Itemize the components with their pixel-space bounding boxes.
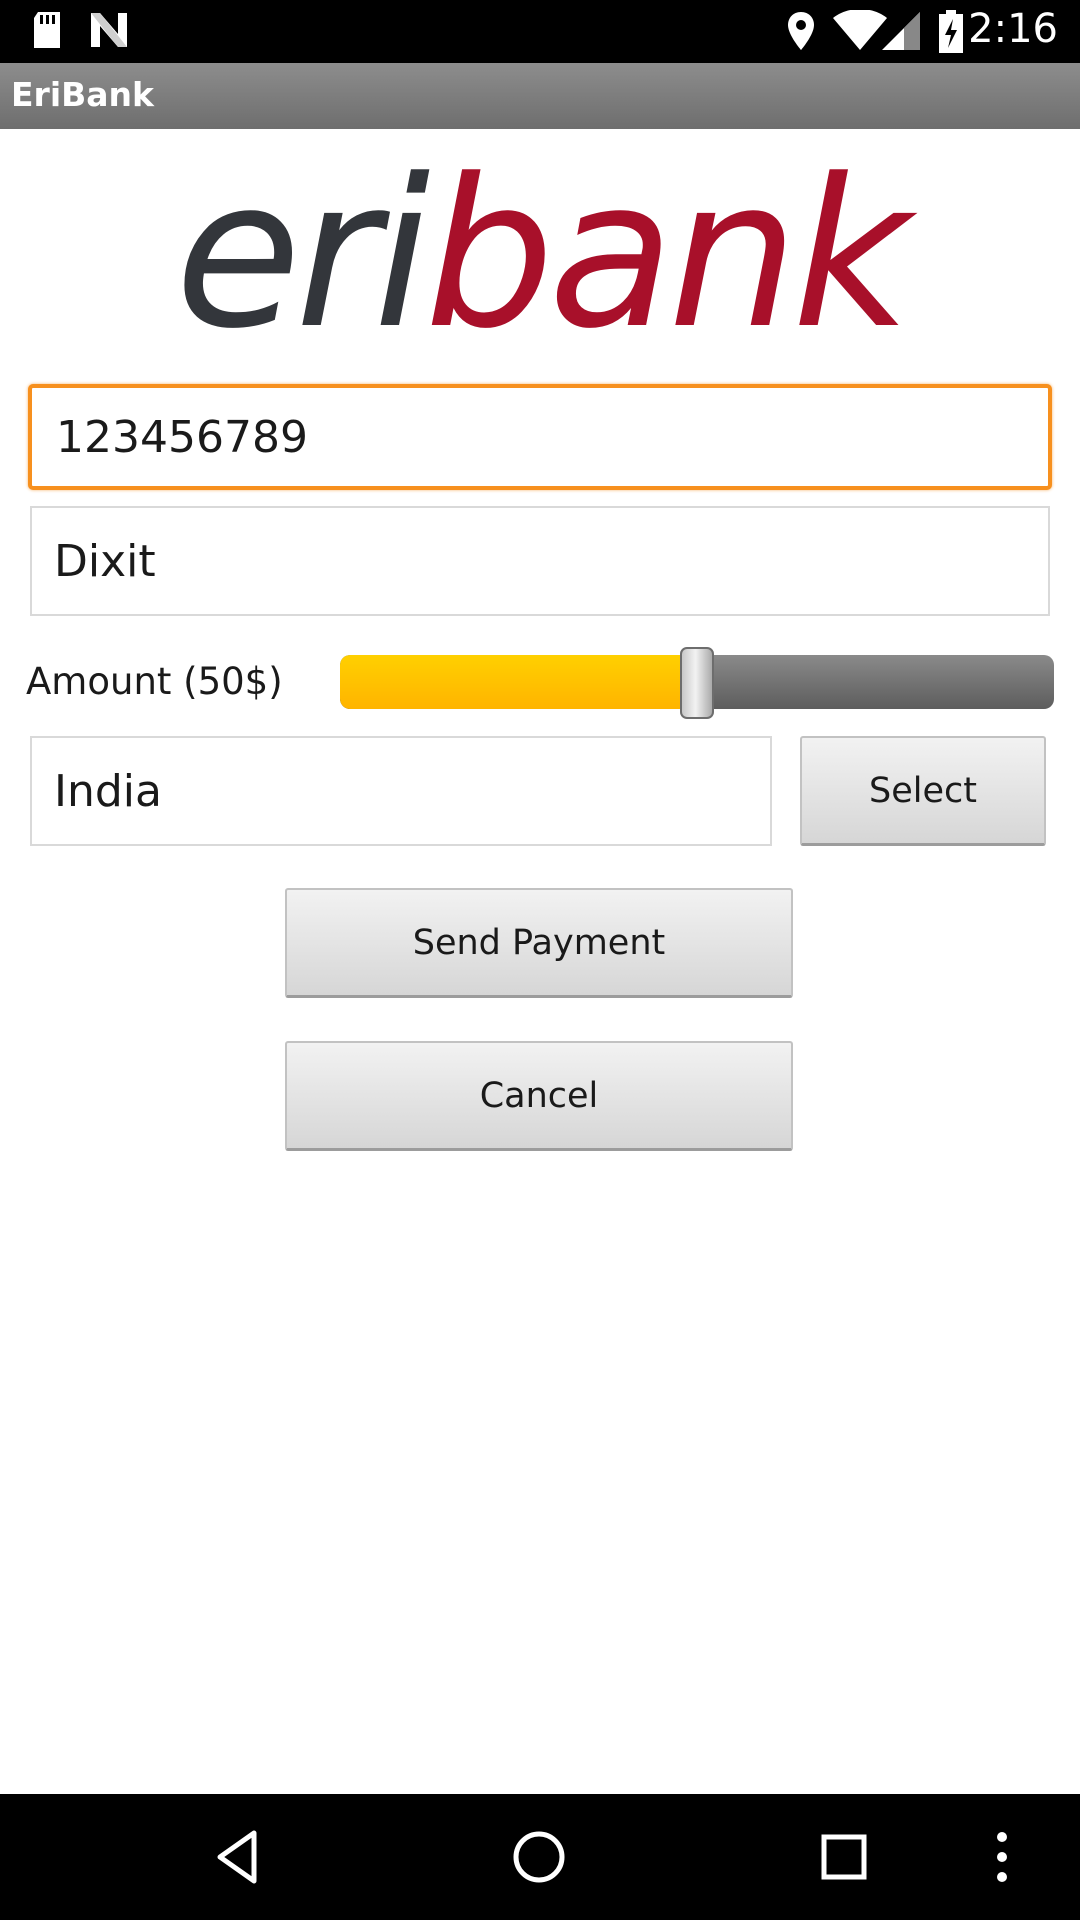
home-icon[interactable] [509, 1827, 569, 1892]
status-bar: 2:16 [0, 0, 1080, 63]
country-input[interactable]: India [30, 736, 772, 846]
name-input[interactable]: Dixit [30, 506, 1050, 616]
recents-icon[interactable] [814, 1827, 874, 1892]
send-payment-button[interactable]: Send Payment [285, 888, 793, 998]
logo-text-bank: bank [424, 136, 910, 374]
navigation-bar [0, 1794, 1080, 1920]
phone-input[interactable]: 123456789 [28, 384, 1052, 490]
app-title-bar: EriBank [0, 63, 1080, 129]
amount-label: Amount (50$) [26, 660, 283, 703]
select-button[interactable]: Select [800, 736, 1046, 846]
overflow-menu-icon[interactable] [982, 1827, 1022, 1892]
app-title: EriBank [11, 75, 154, 114]
cell-signal-icon [880, 10, 922, 57]
n-notification-icon [88, 10, 130, 55]
location-icon [786, 10, 816, 57]
cancel-button[interactable]: Cancel [285, 1041, 793, 1151]
battery-charging-icon [938, 10, 964, 59]
back-icon[interactable] [208, 1827, 268, 1892]
amount-slider-fill [340, 655, 697, 709]
status-clock: 2:16 [968, 6, 1058, 52]
logo-text-eri: eri [175, 136, 430, 374]
amount-slider-thumb[interactable] [680, 647, 714, 719]
sd-card-icon [30, 10, 64, 55]
eribank-logo: eribank [175, 150, 915, 360]
screen: 2:16 EriBank eribank 123456789 Dixit Amo… [0, 0, 1080, 1920]
